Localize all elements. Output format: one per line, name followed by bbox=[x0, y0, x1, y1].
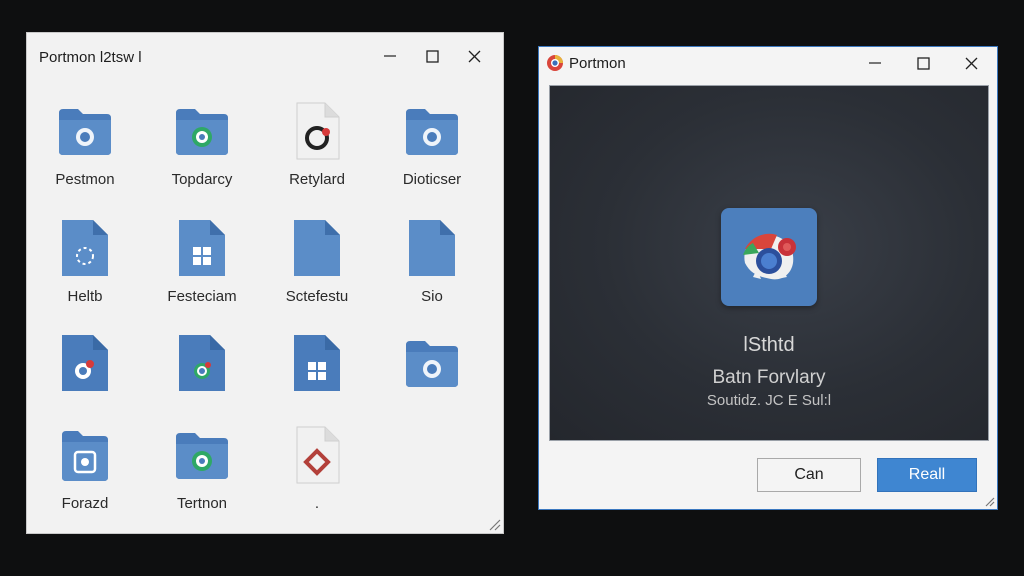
folder-app-icon bbox=[402, 333, 462, 393]
grid-item[interactable]: Retylard bbox=[262, 101, 372, 188]
icon-grid: Pestmon Topdarcy Retylard Dioticser Helt… bbox=[27, 33, 503, 533]
document-grid-icon bbox=[172, 218, 232, 278]
folder-app-icon bbox=[172, 425, 232, 485]
document-app-icon bbox=[287, 101, 347, 161]
document-app-icon bbox=[55, 333, 115, 393]
grid-item[interactable] bbox=[30, 333, 140, 403]
grid-item[interactable] bbox=[262, 333, 372, 403]
grid-item[interactable]: Festeciam bbox=[147, 218, 257, 305]
explorer-window: Portmon l2tsw l Pestmon Topdarcy Retylar… bbox=[26, 32, 504, 534]
item-label: Topdarcy bbox=[171, 171, 233, 188]
dialog-subtitle: Batn Forvlary bbox=[712, 367, 826, 388]
folder-app-icon bbox=[402, 101, 462, 161]
dialog-title: Portmon bbox=[569, 54, 626, 72]
cancel-button[interactable]: Can bbox=[757, 458, 861, 492]
document-app-icon bbox=[55, 218, 115, 278]
grid-item[interactable]: Dioticser bbox=[377, 101, 487, 188]
dialog-window: Portmon lSthtd Batn Forvlary Soutidz. JC… bbox=[538, 46, 998, 510]
grid-item[interactable]: . bbox=[262, 425, 372, 512]
grid-item[interactable]: Sio bbox=[377, 218, 487, 305]
maximize-icon bbox=[916, 56, 930, 70]
dialog-window-controls bbox=[851, 48, 995, 78]
document-icon bbox=[402, 218, 462, 278]
document-icon bbox=[287, 218, 347, 278]
document-diamond-icon bbox=[287, 425, 347, 485]
item-label: Festeciam bbox=[167, 288, 237, 305]
maximize-button[interactable] bbox=[899, 48, 947, 78]
item-label: Forazd bbox=[61, 495, 109, 512]
document-app-icon bbox=[172, 333, 232, 393]
grid-item[interactable]: Topdarcy bbox=[147, 101, 257, 188]
item-label: Retylard bbox=[289, 171, 345, 188]
close-icon bbox=[965, 57, 977, 69]
folder-app-icon bbox=[172, 101, 232, 161]
grid-item[interactable] bbox=[377, 333, 487, 403]
minimize-icon bbox=[869, 62, 881, 64]
dialog-content-panel: lSthtd Batn Forvlary Soutidz. JC E Sul:l bbox=[549, 85, 989, 441]
folder-app-icon bbox=[55, 101, 115, 161]
app-icon-tile bbox=[721, 208, 817, 306]
dialog-heading: lSthtd bbox=[743, 334, 795, 356]
resize-grip-icon[interactable] bbox=[983, 495, 995, 507]
item-label: . bbox=[314, 495, 320, 512]
minimize-button[interactable] bbox=[851, 48, 899, 78]
grid-item[interactable]: Pestmon bbox=[30, 101, 140, 188]
primary-button[interactable]: Reall bbox=[877, 458, 977, 492]
item-label: Sctefestu bbox=[285, 288, 349, 305]
dialog-detail: Soutidz. JC E Sul:l bbox=[706, 392, 832, 409]
grid-item[interactable]: Sctefestu bbox=[262, 218, 372, 305]
app-logo-icon bbox=[547, 55, 563, 71]
grid-item[interactable]: Heltb bbox=[30, 218, 140, 305]
item-label: Pestmon bbox=[55, 171, 115, 188]
grid-item[interactable] bbox=[147, 333, 257, 403]
resize-grip-icon[interactable] bbox=[487, 517, 501, 531]
item-label: Sio bbox=[421, 288, 443, 305]
item-label: Heltb bbox=[67, 288, 103, 305]
app-logo-icon bbox=[743, 233, 796, 280]
grid-item[interactable]: Tertnon bbox=[147, 425, 257, 512]
document-grid-icon bbox=[287, 333, 347, 393]
item-label: Dioticser bbox=[402, 171, 462, 188]
item-label: Tertnon bbox=[176, 495, 228, 512]
grid-item[interactable]: Forazd bbox=[30, 425, 140, 512]
folder-app-icon bbox=[55, 425, 115, 485]
close-button[interactable] bbox=[947, 48, 995, 78]
